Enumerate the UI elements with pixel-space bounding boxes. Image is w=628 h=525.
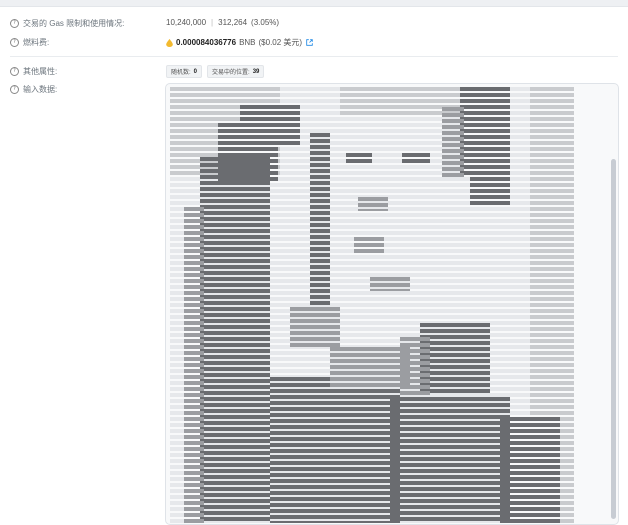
gas-price-label-wrap: ? 燃料费: [10, 37, 49, 48]
other-attributes-label: 其他属性: [23, 67, 58, 76]
gas-price-fiat: ($0.02 美元) [258, 38, 303, 47]
gas-used: 312,264 [218, 18, 248, 27]
other-attributes-label-wrap: ? 其他属性: [10, 66, 57, 77]
gas-limit-value: 10,240,000 | 312,264 (3.05%) [166, 18, 279, 27]
gas-limit: 10,240,000 [166, 18, 207, 27]
section-divider [10, 56, 618, 57]
top-panel-edge [0, 0, 628, 7]
input-data-textarea[interactable] [165, 83, 619, 525]
gas-limit-label: 交易的 Gas 限制和使用情况: [23, 19, 125, 28]
nonce-badge: 随机数: 0 [166, 65, 203, 78]
external-link-icon[interactable] [306, 39, 313, 46]
badge-value: 39 [252, 68, 260, 75]
gas-limit-label-wrap: ? 交易的 Gas 限制和使用情况: [10, 18, 124, 29]
gas-price-amount: 0.000084036776 [176, 38, 237, 47]
help-icon[interactable]: ? [10, 38, 19, 47]
position-badge: 交易中的位置: 39 [207, 65, 265, 78]
badge-name: 交易中的位置: [212, 70, 250, 76]
fuel-drop-icon [166, 38, 173, 47]
input-data-label: 输入数据: [23, 85, 58, 94]
help-icon[interactable]: ? [10, 85, 19, 94]
gas-used-percent: (3.05%) [251, 18, 280, 27]
ascii-art-portrait [170, 87, 574, 523]
vertical-scrollbar[interactable] [611, 159, 616, 519]
badge-name: 随机数: [171, 70, 191, 76]
separator: | [211, 18, 214, 27]
input-data-label-wrap: ? 输入数据: [10, 84, 57, 95]
gas-price-value: 0.000084036776 BNB ($0.02 美元) [166, 37, 313, 48]
help-icon[interactable]: ? [10, 67, 19, 76]
other-attributes-badges: 随机数: 0 交易中的位置: 39 [166, 65, 269, 78]
help-icon[interactable]: ? [10, 19, 19, 28]
gas-price-unit: BNB [239, 38, 256, 47]
badge-value: 0 [193, 68, 198, 75]
gas-price-label: 燃料费: [23, 38, 50, 47]
